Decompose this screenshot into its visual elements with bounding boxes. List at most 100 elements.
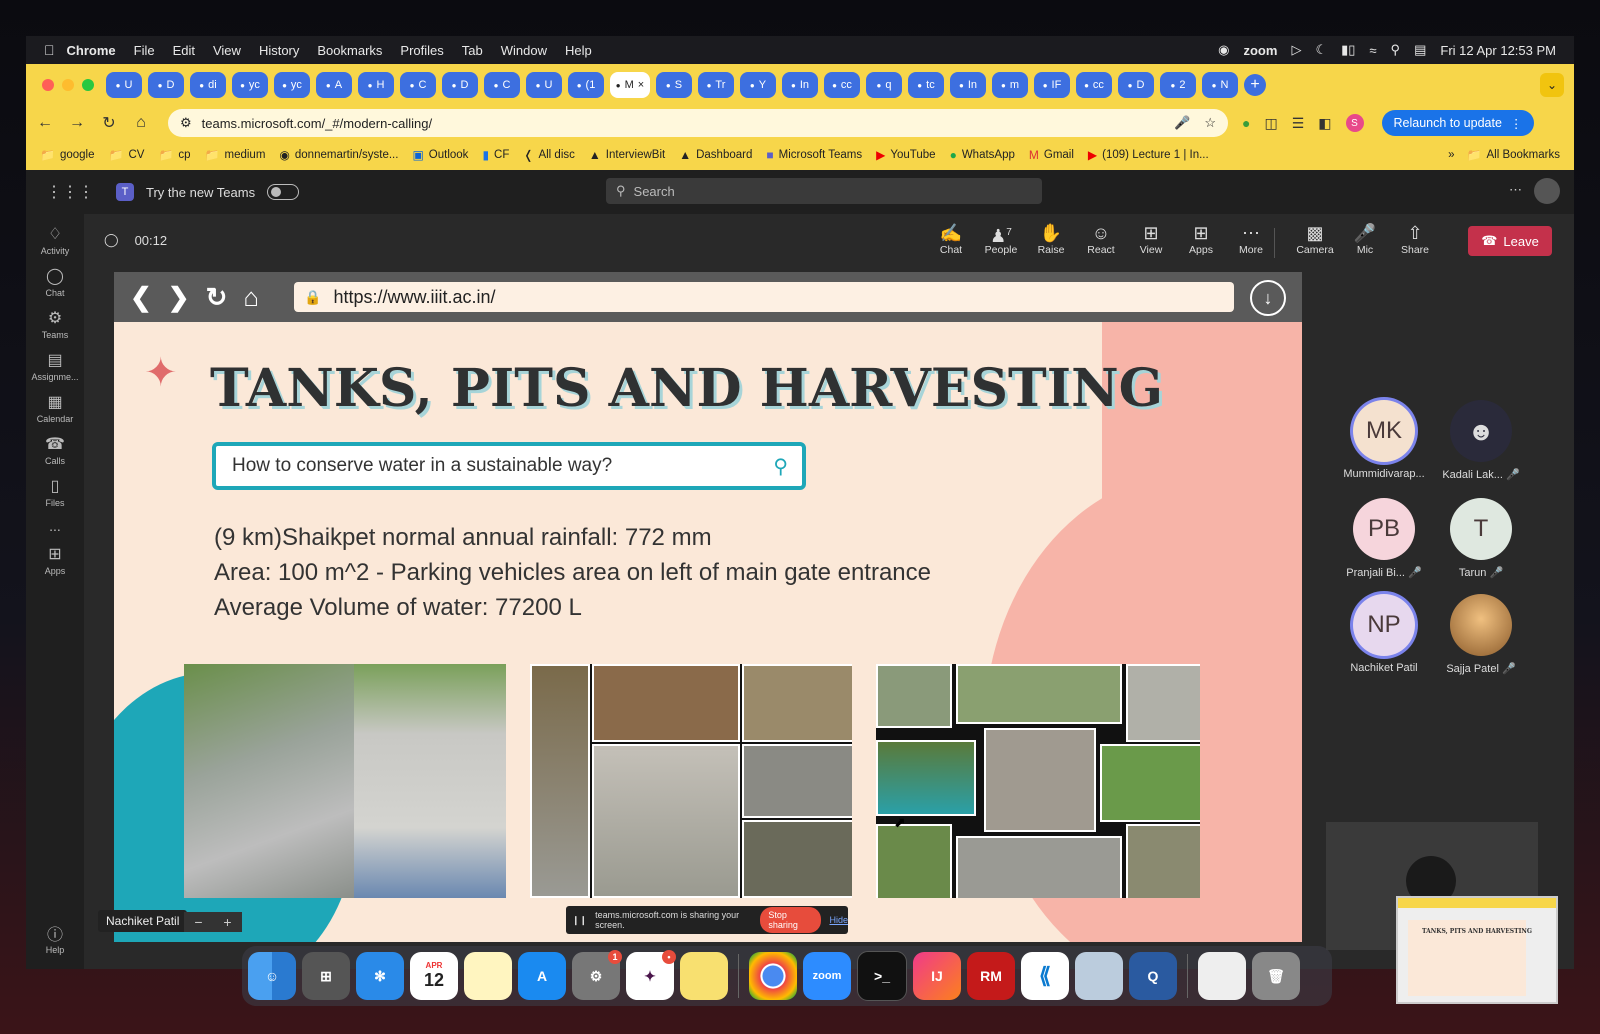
more-options-icon[interactable]: ⋯ [1509,182,1522,198]
trash-icon[interactable]: 🗑 [1252,952,1300,1000]
relaunch-button[interactable]: Relaunch to update ⋮ [1381,110,1535,136]
app-store-icon[interactable]: A [518,952,566,1000]
intellij-icon[interactable]: IJ [913,952,961,1000]
menu-window[interactable]: Window [501,43,547,58]
bookmark-all-disc[interactable]: ❬ All disc [523,148,575,162]
safari-icon[interactable]: ✻ [356,952,404,1000]
menu-datetime[interactable]: Fri 12 Apr 12:53 PM [1440,43,1556,58]
tab-active[interactable]: ● M × [610,72,650,98]
tab[interactable]: ● m [992,72,1028,98]
media-icon[interactable]: ☰ [1292,115,1305,132]
menu-history[interactable]: History [259,43,299,58]
vscode-icon[interactable]: ⟪ [1021,952,1069,1000]
leave-button[interactable]: ☎ Leave [1468,226,1552,256]
extension-icon[interactable]: ● [1242,115,1250,131]
tab[interactable]: ● N [1202,72,1238,98]
system-settings-icon[interactable]: ⚙ 1 [572,950,622,1000]
tab[interactable]: ● U [106,72,142,98]
tab[interactable]: ● H [358,72,394,98]
bookmark-google[interactable]: 📁 google [40,148,95,162]
menu-edit[interactable]: Edit [173,43,195,58]
bookmark-cf[interactable]: ▮ CF [482,148,509,162]
rail-activity[interactable]: ♢ Activity [26,224,84,256]
document-icon[interactable] [1198,952,1246,1000]
react-button[interactable]: ☺ React [1076,222,1126,256]
tab[interactable]: ● In [950,72,986,98]
people-button[interactable]: ♟7 People [976,222,1026,256]
tab[interactable]: ● Y [740,72,776,98]
bookmark-interviewbit[interactable]: ▲ InterviewBit [589,148,665,162]
back-icon[interactable]: ← [32,114,58,132]
bookmark-youtube[interactable]: ▶ YouTube [876,148,935,162]
chat-button[interactable]: ✍ Chat [926,222,976,256]
zoom-in-button[interactable]: + [223,914,231,930]
app-launcher-icon[interactable]: ⋮⋮⋮ [46,182,94,202]
puzzle-icon[interactable]: ◫ [1264,115,1277,132]
record-icon[interactable]: ◉ [1218,42,1229,58]
tab[interactable]: ● Tr [698,72,734,98]
new-tab-button[interactable]: + [1244,74,1266,96]
my-avatar[interactable] [1534,178,1560,204]
stop-sharing-button[interactable]: Stop sharing [760,907,822,933]
zoom-menu-label[interactable]: zoom [1243,43,1277,58]
apple-icon[interactable]:  [44,42,55,58]
spotlight-icon[interactable]: ⚲ [1391,42,1401,58]
menu-file[interactable]: File [134,43,155,58]
home-icon[interactable]: ⌂ [128,114,154,132]
preview-icon[interactable] [1075,952,1123,1000]
tab[interactable]: ● yc [274,72,310,98]
tab[interactable]: ● In [782,72,818,98]
quicktime-icon[interactable]: Q [1129,952,1177,1000]
zoom-app-icon[interactable]: zoom [803,952,851,1000]
menu-tab[interactable]: Tab [462,43,483,58]
rail-teams[interactable]: ⚙ Teams [26,308,84,340]
tab[interactable]: ● cc [824,72,860,98]
camera-button[interactable]: ▩ Camera [1290,222,1340,256]
tab[interactable]: ● di [190,72,226,98]
profile-avatar[interactable]: S [1345,114,1364,132]
rail-more[interactable]: ... [26,518,84,534]
menu-bookmarks[interactable]: Bookmarks [317,43,382,58]
bookmark-cv[interactable]: 📁 CV [109,148,145,162]
more-button[interactable]: ⋯ More [1226,222,1276,256]
voice-search-icon[interactable]: 🎤 [1174,115,1190,131]
launchpad-icon[interactable]: ⊞ [302,952,350,1000]
menu-view[interactable]: View [213,43,241,58]
tab[interactable]: ● (1 [568,72,604,98]
participant-tile[interactable]: ☻ Kadali Lak... 🎤 [1436,400,1526,481]
bookmark-star-icon[interactable]: ☆ [1204,115,1216,131]
tab[interactable]: ● A [316,72,352,98]
tab[interactable]: ● D [442,72,478,98]
menu-profiles[interactable]: Profiles [400,43,443,58]
chrome-icon[interactable] [749,952,797,1000]
bookmark-cp[interactable]: 📁 cp [158,148,190,162]
participant-tile[interactable]: NP Nachiket Patil [1339,594,1429,674]
teams-search-input[interactable]: ⚲ Search [606,178,1042,204]
reload-icon[interactable]: ↻ [96,113,122,133]
close-tab-icon[interactable]: × [638,79,644,91]
new-teams-toggle[interactable] [267,184,300,200]
bookmarks-overflow-button[interactable]: » [1448,149,1454,161]
redis-manager-icon[interactable]: RM [967,952,1015,1000]
screenshot-thumbnail[interactable]: TANKS, PITS AND HARVESTING [1396,896,1558,1004]
tab[interactable]: ● C [484,72,520,98]
rail-apps[interactable]: ⊞ Apps [26,544,84,576]
apps-button[interactable]: ⊞ Apps [1176,222,1226,256]
battery-icon[interactable]: ▮▯ [1341,42,1355,58]
view-button[interactable]: ⊞ View [1126,222,1176,256]
stickies-icon[interactable] [680,952,728,1000]
hide-sharing-link[interactable]: Hide [829,915,848,925]
bookmark-medium[interactable]: 📁 medium [205,148,266,162]
rail-help[interactable]: ⓘ Help [26,921,84,955]
participant-tile[interactable]: T Tarun 🎤 [1436,498,1526,579]
tab[interactable]: ● yc [232,72,268,98]
tab[interactable]: ● 2 [1160,72,1196,98]
participant-tile[interactable]: Sajja Patel 🎤 [1436,594,1526,675]
control-center-icon[interactable]: ▤ [1414,42,1426,58]
tab[interactable]: ● IF [1034,72,1070,98]
tab[interactable]: ● q [866,72,902,98]
tab[interactable]: ● tc [908,72,944,98]
moon-icon[interactable]: ☾ [1315,42,1327,58]
rail-files[interactable]: ▯ Files [26,476,84,508]
mic-button[interactable]: 🎤 Mic [1340,222,1390,256]
